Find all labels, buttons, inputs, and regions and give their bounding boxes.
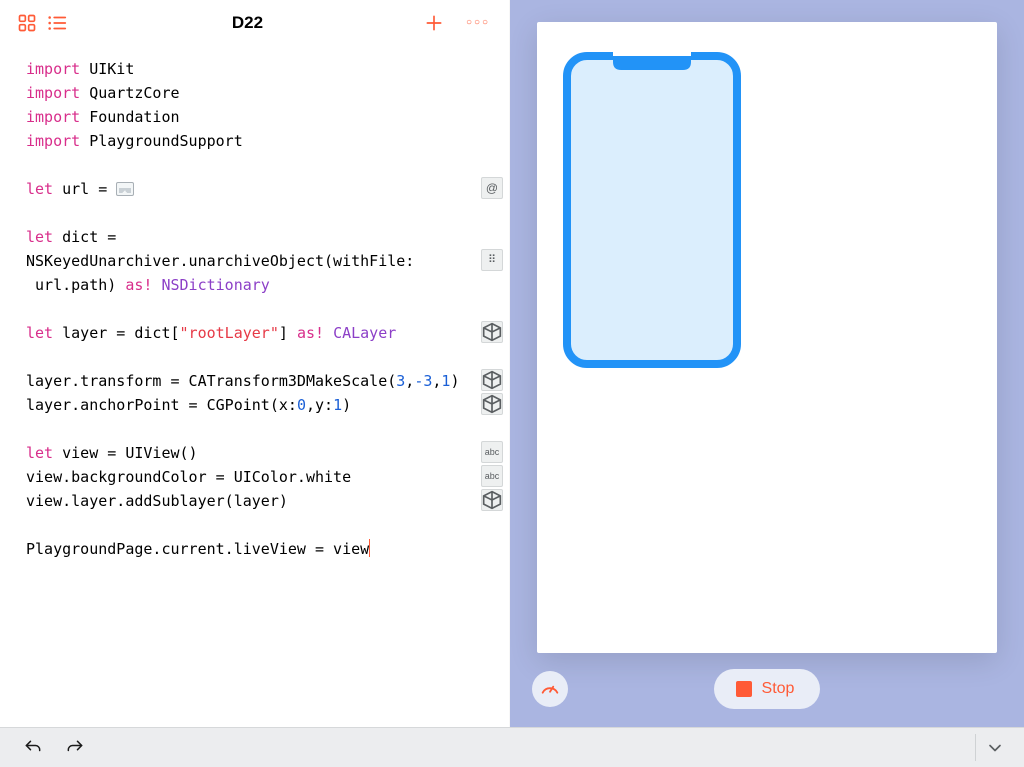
code-line[interactable]: import QuartzCore bbox=[26, 81, 483, 105]
list-icon[interactable] bbox=[44, 10, 70, 36]
code-line[interactable]: import Foundation bbox=[26, 105, 483, 129]
code-line[interactable]: import PlaygroundSupport bbox=[26, 129, 483, 153]
text-cursor bbox=[369, 539, 370, 557]
result-gutter-icon[interactable] bbox=[481, 321, 503, 343]
more-icon[interactable]: ○○○ bbox=[465, 10, 491, 36]
undo-button[interactable] bbox=[18, 733, 48, 763]
code-line[interactable]: view.layer.addSublayer(layer) bbox=[26, 489, 483, 513]
live-controls: Stop bbox=[510, 665, 1024, 713]
result-gutter-icon[interactable] bbox=[481, 249, 503, 271]
stop-button-label: Stop bbox=[762, 680, 795, 698]
code-line[interactable] bbox=[26, 153, 483, 177]
code-line[interactable]: PlaygroundPage.current.liveView = view bbox=[26, 537, 483, 561]
code-line[interactable]: let view = UIView()abc bbox=[26, 441, 483, 465]
result-gutter-icon[interactable] bbox=[481, 489, 503, 511]
page-title: D22 bbox=[74, 13, 421, 33]
dismiss-keyboard-button[interactable] bbox=[980, 728, 1010, 767]
bottom-divider bbox=[975, 734, 976, 761]
phone-outline-drawing bbox=[563, 52, 741, 368]
documents-grid-icon[interactable] bbox=[14, 10, 40, 36]
add-icon[interactable] bbox=[421, 10, 447, 36]
result-gutter-icon[interactable] bbox=[481, 369, 503, 391]
code-line[interactable] bbox=[26, 201, 483, 225]
code-line[interactable]: let url = bbox=[26, 177, 483, 201]
code-line[interactable] bbox=[26, 345, 483, 369]
code-line[interactable]: layer.transform = CATransform3DMakeScale… bbox=[26, 369, 483, 393]
code-line[interactable]: view.backgroundColor = UIColor.whiteabc bbox=[26, 465, 483, 489]
code-line[interactable]: let layer = dict["rootLayer"] as! CALaye… bbox=[26, 321, 483, 345]
code-editor[interactable]: import UIKitimport QuartzCoreimport Foun… bbox=[0, 45, 509, 727]
speed-meter-button[interactable] bbox=[532, 671, 568, 707]
stop-button[interactable]: Stop bbox=[714, 669, 820, 709]
code-line[interactable] bbox=[26, 513, 483, 537]
redo-button[interactable] bbox=[60, 733, 90, 763]
live-view-pane: Stop bbox=[510, 0, 1024, 727]
result-gutter-icon[interactable] bbox=[481, 393, 503, 415]
live-view bbox=[537, 22, 997, 653]
bottom-toolbar bbox=[0, 727, 1024, 767]
editor-pane: D22 ○○○ import UIKitimport QuartzCoreimp… bbox=[0, 0, 510, 727]
code-line[interactable]: url.path) as! NSDictionary bbox=[26, 273, 483, 297]
result-gutter-icon[interactable]: abc bbox=[481, 441, 503, 463]
code-line[interactable]: let dict = NSKeyedUnarchiver.unarchiveOb… bbox=[26, 225, 483, 273]
result-gutter-icon[interactable] bbox=[481, 177, 503, 199]
code-line[interactable]: layer.anchorPoint = CGPoint(x:0,y:1) bbox=[26, 393, 483, 417]
code-line[interactable]: import UIKit bbox=[26, 57, 483, 81]
stop-icon bbox=[736, 681, 752, 697]
code-line[interactable] bbox=[26, 297, 483, 321]
code-line[interactable] bbox=[26, 417, 483, 441]
editor-toolbar: D22 ○○○ bbox=[0, 0, 509, 45]
result-gutter-icon[interactable]: abc bbox=[481, 465, 503, 487]
image-literal-icon[interactable] bbox=[116, 182, 134, 196]
